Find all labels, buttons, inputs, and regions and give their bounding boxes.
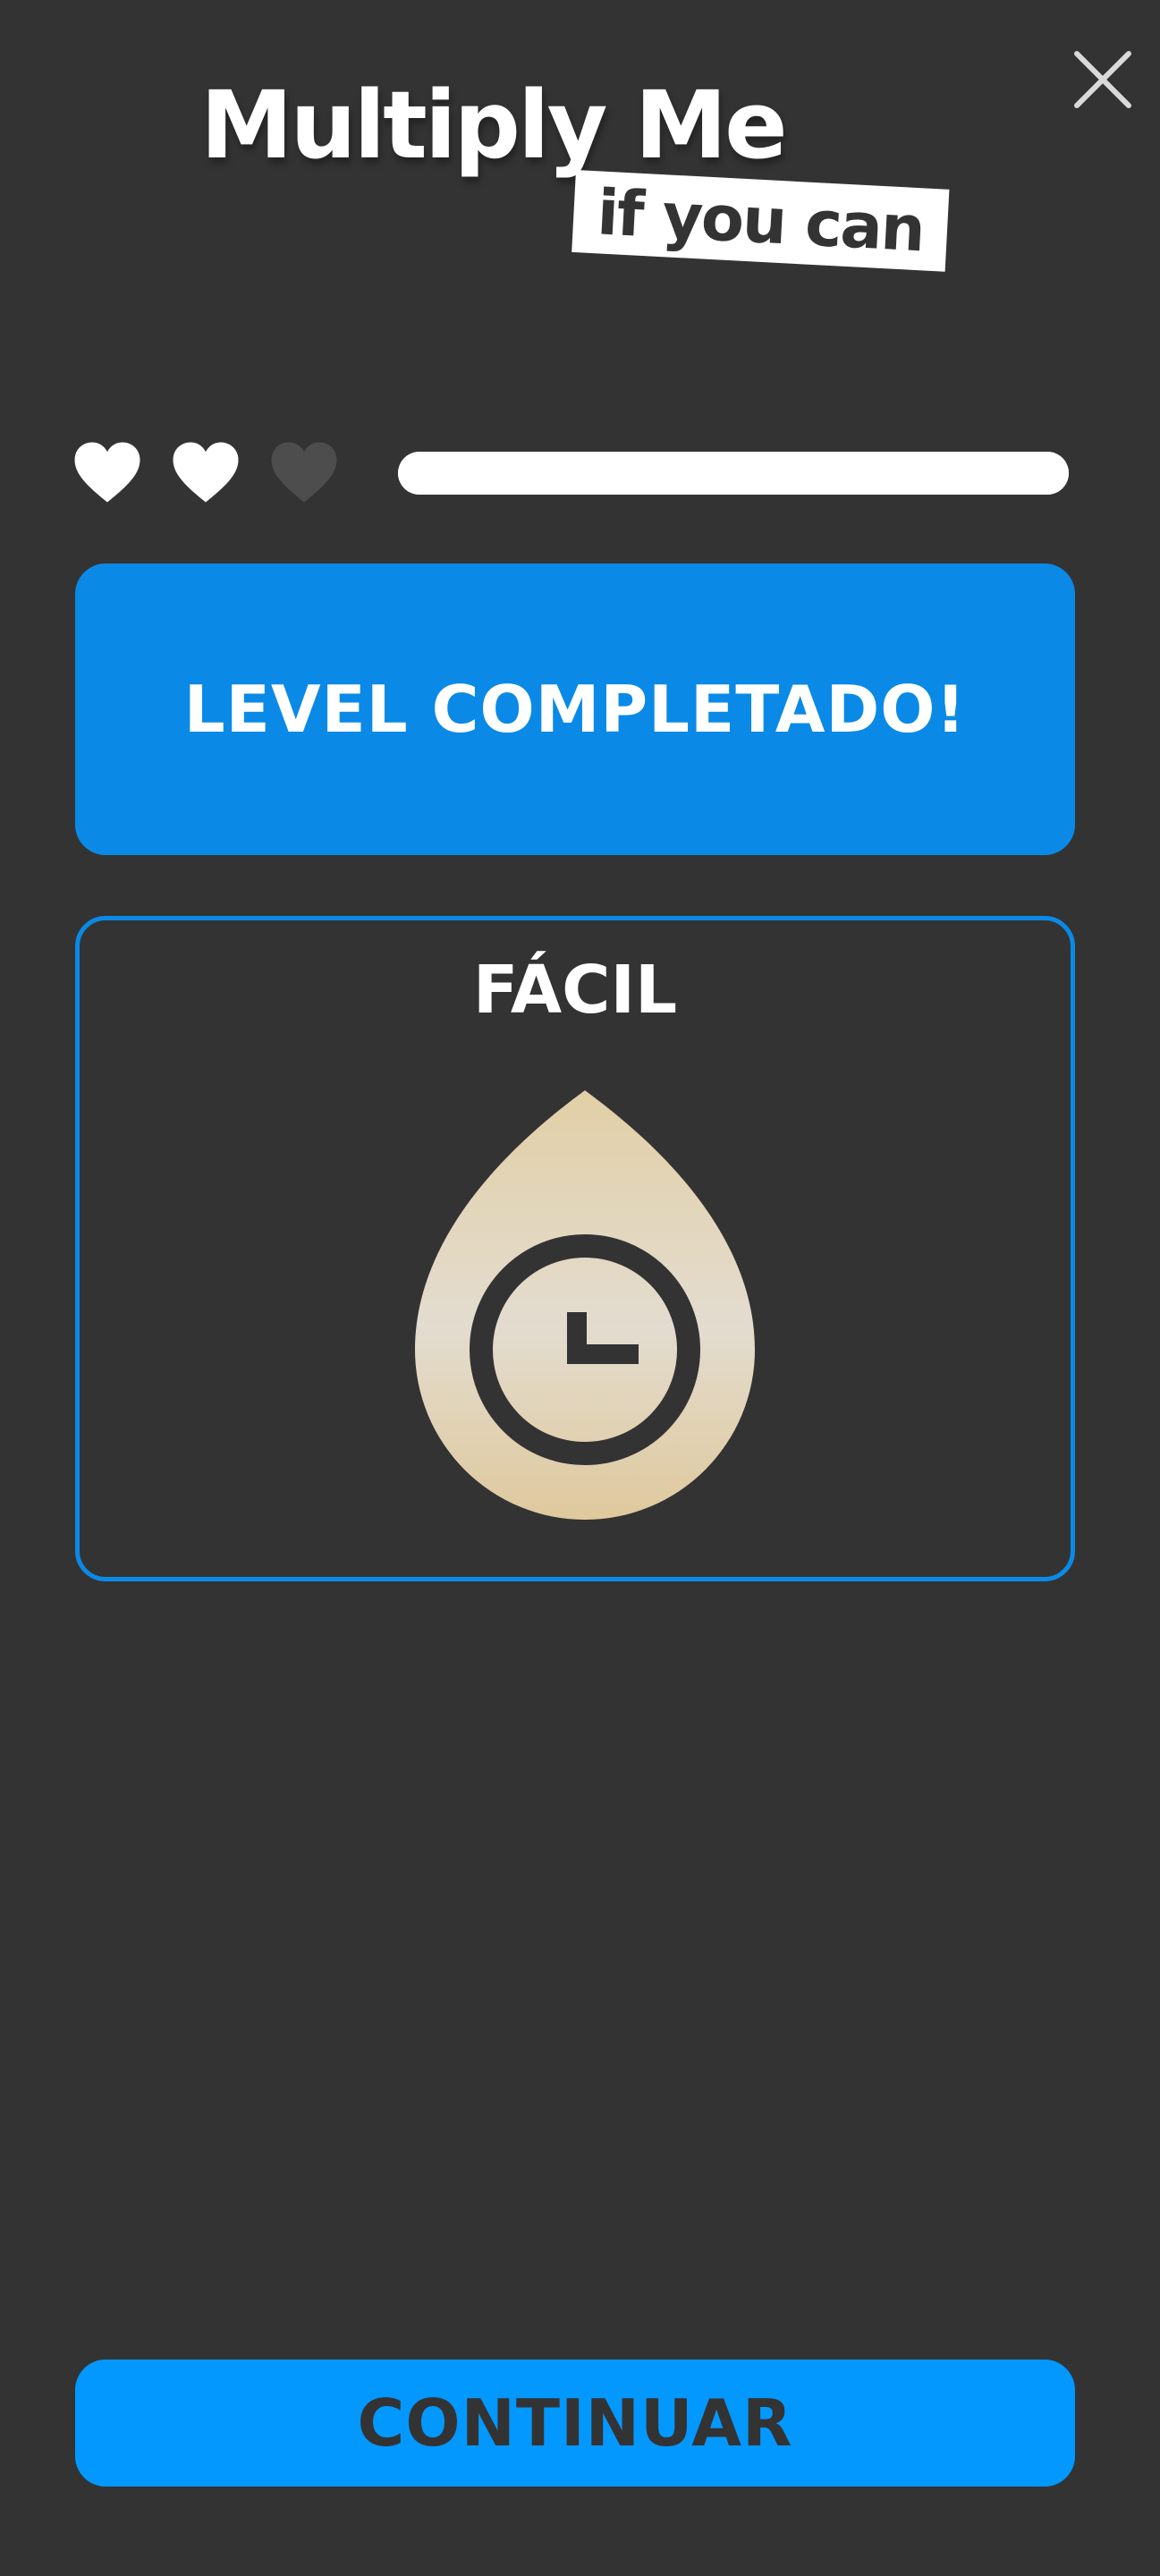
heart-icon	[74, 442, 140, 503]
app-tagline: if you can	[595, 175, 926, 267]
close-icon	[1074, 51, 1131, 108]
continue-button-label: CONTINUAR	[357, 2385, 793, 2461]
app-tagline-tag: if you can	[572, 170, 950, 272]
level-complete-text: LEVEL COMPLETADO!	[183, 672, 967, 747]
heart-icon	[173, 442, 239, 503]
level-progress-bar	[398, 452, 1069, 495]
level-progress-fill	[398, 452, 1069, 495]
app-title: Multiply Me	[200, 71, 788, 180]
continue-button[interactable]: CONTINUAR	[75, 2360, 1075, 2487]
app-logo: Multiply Me if you can	[200, 63, 987, 272]
level-complete-banner: LEVEL COMPLETADO!	[75, 564, 1075, 855]
heart-icon	[271, 442, 337, 503]
close-button[interactable]	[1071, 48, 1134, 111]
difficulty-card: FÁCIL	[75, 916, 1075, 1581]
timer-badge-icon	[415, 1090, 755, 1520]
difficulty-title: FÁCIL	[472, 952, 678, 1029]
lives-indicator	[73, 440, 338, 510]
